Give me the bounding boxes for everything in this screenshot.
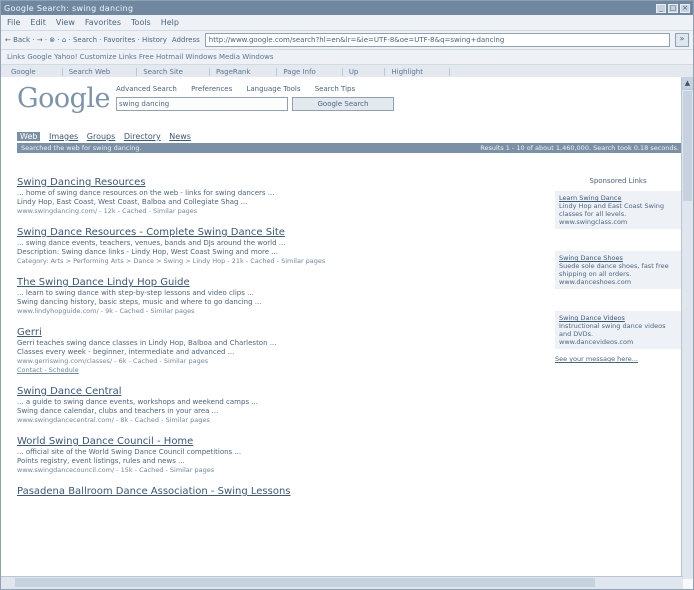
scroll-up-icon[interactable]: ▲ [682, 77, 693, 90]
result-url[interactable]: www.swingdancing.com/ - 12k - Cached - S… [17, 207, 529, 216]
result-url[interactable]: www.gerriswing.com/classes/ - 6k - Cache… [17, 357, 529, 366]
stats-left: Searched the web for swing dancing. [21, 144, 142, 152]
ad-text: Lindy Hop and East Coast Swing classes f… [559, 202, 665, 218]
search-result: Gerri Gerri teaches swing dance classes … [17, 327, 529, 375]
ad-block: Swing Dance Videos Instructional swing d… [555, 311, 681, 349]
menu-favorites[interactable]: Favorites [85, 18, 121, 27]
link-advanced-search[interactable]: Advanced Search [116, 85, 177, 93]
search-input[interactable]: swing dancing [115, 97, 288, 111]
link-language-tools[interactable]: Language Tools [246, 85, 300, 93]
see-your-message-link[interactable]: See your message here... [555, 355, 681, 363]
result-url[interactable]: www.swingdancecouncil.com/ - 15k - Cache… [17, 466, 529, 475]
ad-url[interactable]: www.danceshoes.com [559, 278, 631, 286]
links-bar[interactable]: Links Google Yahoo! Customize Links Free… [1, 50, 693, 65]
result-url[interactable]: www.lindyhopguide.com/ - 9k - Cached - S… [17, 307, 529, 316]
ad-text: Instructional swing dance videos and DVD… [559, 322, 666, 338]
gtb-up[interactable]: Up [343, 68, 386, 76]
address-label: Address [171, 36, 200, 44]
tab-groups[interactable]: Groups [87, 132, 116, 141]
results-stats-bar: Searched the web for swing dancing. Resu… [17, 143, 683, 153]
result-snippet: Gerri teaches swing dance classes in Lin… [17, 339, 277, 347]
search-button[interactable]: Google Search [291, 97, 394, 111]
go-button[interactable]: » [675, 33, 689, 47]
result-snippet: Swing dance calendar, clubs and teachers… [17, 407, 219, 415]
search-result: Pasadena Ballroom Dance Association - Sw… [17, 486, 529, 498]
result-snippet: Description: Swing dance links - Lindy H… [17, 248, 278, 256]
google-links: Advanced Search Preferences Language Too… [116, 85, 394, 93]
ad-title[interactable]: Swing Dance Shoes [559, 254, 677, 262]
close-button[interactable]: × [680, 3, 690, 13]
results-list: Swing Dancing Resources ... home of swin… [17, 177, 529, 509]
ad-block: Learn Swing Dance Lindy Hop and East Coa… [555, 191, 681, 229]
gtb-search-site[interactable]: Search Site [137, 68, 210, 76]
tab-images[interactable]: Images [49, 132, 78, 141]
menu-help[interactable]: Help [161, 18, 179, 27]
result-title[interactable]: World Swing Dance Council - Home [17, 436, 529, 448]
scroll-thumb[interactable] [683, 91, 692, 201]
title-bar: Google Search: swing dancing _ □ × [1, 1, 693, 15]
gtb-highlight[interactable]: Highlight [385, 68, 450, 76]
result-snippet: Lindy Hop, East Coast, West Coast, Balbo… [17, 198, 248, 206]
hscroll-thumb[interactable] [15, 578, 595, 587]
menu-edit[interactable]: Edit [30, 18, 46, 27]
gtb-search-web[interactable]: Search Web [63, 68, 138, 76]
gtb-page-info[interactable]: Page Info [277, 68, 343, 76]
search-tabs: Web Images Groups Directory News [17, 132, 197, 141]
sponsored-heading: Sponsored Links [589, 177, 647, 185]
result-snippet: Swing dancing history, basic steps, musi… [17, 298, 262, 306]
menu-tools[interactable]: Tools [131, 18, 151, 27]
tab-web[interactable]: Web [17, 132, 41, 141]
result-snippet: ... a guide to swing dance events, works… [17, 398, 258, 406]
address-input[interactable]: http://www.google.com/search?hl=en&lr=&i… [204, 33, 670, 47]
stats-right: Results 1 - 10 of about 1,460,000. Searc… [480, 144, 679, 152]
result-title[interactable]: Swing Dance Resources - Complete Swing D… [17, 227, 529, 239]
result-snippet: Classes every week - beginner, intermedi… [17, 348, 235, 356]
result-title[interactable]: Gerri [17, 327, 529, 339]
result-url[interactable]: www.swingdancecentral.com/ - 8k - Cached… [17, 416, 529, 425]
ad-text: Suede sole dance shoes, fast free shippi… [559, 262, 669, 278]
ad-title[interactable]: Swing Dance Videos [559, 314, 677, 322]
result-snippet: ... home of swing dance resources on the… [17, 189, 275, 197]
result-snippet: Points registry, event listings, rules a… [17, 457, 185, 465]
result-snippet: ... official site of the World Swing Dan… [17, 448, 242, 456]
search-result: The Swing Dance Lindy Hop Guide ... lear… [17, 277, 529, 316]
result-snippet: ... swing dance events, teachers, venues… [17, 239, 286, 247]
result-title[interactable]: Swing Dance Central [17, 386, 529, 398]
result-snippet: ... learn to swing dance with step-by-st… [17, 289, 254, 297]
link-search-tips[interactable]: Search Tips [315, 85, 355, 93]
menu-file[interactable]: File [7, 18, 20, 27]
tab-directory[interactable]: Directory [124, 132, 161, 141]
ad-url[interactable]: www.dancevideos.com [559, 338, 633, 346]
ad-block: Swing Dance Shoes Suede sole dance shoes… [555, 251, 681, 289]
gtb-pagerank[interactable]: PageRank [210, 68, 278, 76]
result-sitelinks[interactable]: Contact - Schedule [17, 366, 529, 375]
search-result: Swing Dancing Resources ... home of swin… [17, 177, 529, 216]
vertical-scrollbar[interactable]: ▲ [681, 77, 693, 579]
menu-bar: File Edit View Favorites Tools Help [1, 15, 693, 31]
result-url[interactable]: Category: Arts > Performing Arts > Dance… [17, 257, 529, 266]
search-result: Swing Dance Resources - Complete Swing D… [17, 227, 529, 266]
nav-buttons[interactable]: ← Back · → · ⊗ · ⌂ · Search · Favorites … [5, 36, 167, 44]
page-content: Google Advanced Search Preferences Langu… [1, 77, 683, 579]
ad-url[interactable]: www.swingclass.com [559, 218, 627, 226]
browser-window: Google Search: swing dancing _ □ × File … [0, 0, 694, 590]
google-logo[interactable]: Google [17, 85, 110, 113]
search-result: World Swing Dance Council - Home ... off… [17, 436, 529, 475]
search-result: Swing Dance Central ... a guide to swing… [17, 386, 529, 425]
google-header: Google Advanced Search Preferences Langu… [17, 85, 394, 113]
minimize-button[interactable]: _ [656, 3, 666, 13]
tab-news[interactable]: News [169, 132, 191, 141]
window-title: Google Search: swing dancing [4, 3, 134, 13]
maximize-button[interactable]: □ [668, 3, 678, 13]
horizontal-scrollbar[interactable] [1, 576, 683, 589]
gtb-google[interactable]: Google [5, 68, 63, 76]
sponsored-links: Sponsored Links Learn Swing Dance Lindy … [555, 177, 681, 363]
menu-view[interactable]: View [56, 18, 75, 27]
result-title[interactable]: Swing Dancing Resources [17, 177, 529, 189]
result-title[interactable]: The Swing Dance Lindy Hop Guide [17, 277, 529, 289]
link-preferences[interactable]: Preferences [191, 85, 232, 93]
ad-title[interactable]: Learn Swing Dance [559, 194, 677, 202]
result-title[interactable]: Pasadena Ballroom Dance Association - Sw… [17, 486, 529, 498]
address-row: ← Back · → · ⊗ · ⌂ · Search · Favorites … [1, 31, 693, 50]
